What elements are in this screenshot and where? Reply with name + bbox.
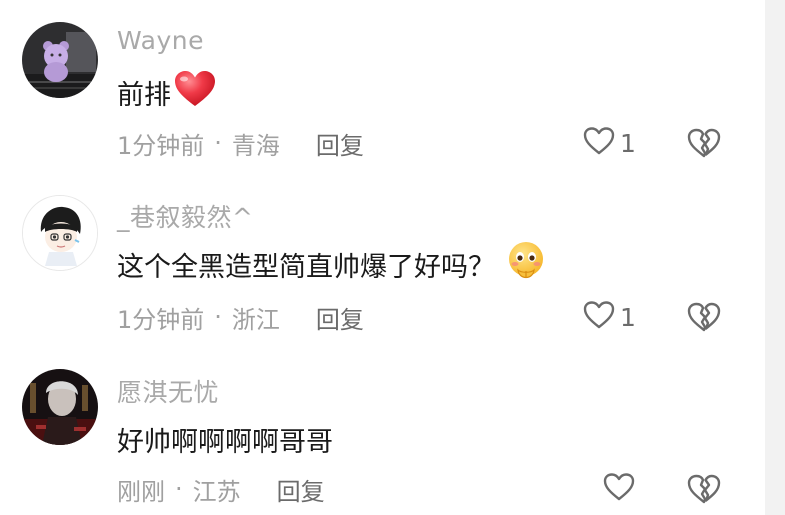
meta-separator: · [214, 303, 222, 331]
comment-item: _巷叙毅然^ 这个全黑造型简直帅爆了好吗？ 1分钟前 · 浙江 回复 1 [0, 170, 765, 345]
comment-item: Wayne 前排 1分钟前 · 青海 回复 1 [0, 0, 765, 170]
broken-heart-icon [686, 128, 722, 163]
comment-text-body: 前排 [117, 79, 171, 111]
avatar[interactable] [22, 22, 98, 98]
heart-outline-icon [602, 472, 636, 506]
comment-text: 前排 [117, 70, 217, 115]
comment-location: 浙江 [231, 305, 280, 334]
comment-username[interactable]: 愿淇无忧 [117, 373, 219, 409]
comment-text-body: 这个全黑造型简直帅爆了好吗？ [117, 251, 495, 283]
meta-separator: · [175, 475, 183, 503]
comment-username[interactable]: Wayne [117, 26, 204, 55]
right-edge-strip [765, 0, 785, 515]
reply-button[interactable]: 回复 [316, 126, 364, 161]
broken-heart-icon [686, 474, 722, 509]
dislike-button[interactable] [686, 473, 722, 509]
like-button[interactable]: 1 [582, 127, 636, 159]
comment-text-body: 好帅啊啊啊啊哥哥 [117, 426, 333, 458]
comment-item: 愿淇无忧 好帅啊啊啊啊哥哥 刚刚 · 江苏 回复 [0, 345, 765, 515]
broken-heart-icon [686, 302, 722, 337]
like-count: 1 [620, 302, 636, 332]
comment-text: 这个全黑造型简直帅爆了好吗？ [117, 241, 549, 284]
comment-meta: 刚刚 · 江苏 回复 [117, 472, 325, 507]
reply-button[interactable]: 回复 [277, 472, 325, 507]
like-button[interactable]: 1 [582, 301, 636, 333]
comment-meta: 1分钟前 · 浙江 回复 [117, 300, 364, 335]
avatar[interactable] [22, 195, 98, 271]
comment-username[interactable]: _巷叙毅然^ [117, 198, 253, 234]
heart-outline-icon [582, 126, 616, 160]
comment-text: 好帅啊啊啊啊哥哥 [117, 419, 333, 459]
like-count: 1 [620, 128, 636, 158]
dislike-button[interactable] [686, 127, 722, 163]
comment-time: 1分钟前 [117, 305, 205, 334]
comment-time: 刚刚 [117, 477, 165, 506]
like-button[interactable] [602, 473, 636, 505]
comment-location: 青海 [231, 131, 280, 160]
red-heart-icon [173, 70, 217, 115]
dislike-button[interactable] [686, 301, 722, 337]
reply-button[interactable]: 回复 [316, 300, 364, 335]
meta-separator: · [214, 129, 222, 157]
comment-time: 1分钟前 [117, 131, 205, 160]
avatar[interactable] [22, 369, 98, 445]
comment-location: 江苏 [192, 477, 241, 506]
heart-outline-icon [582, 300, 616, 334]
blushing-face-icon [505, 240, 549, 289]
comment-meta: 1分钟前 · 青海 回复 [117, 126, 364, 161]
